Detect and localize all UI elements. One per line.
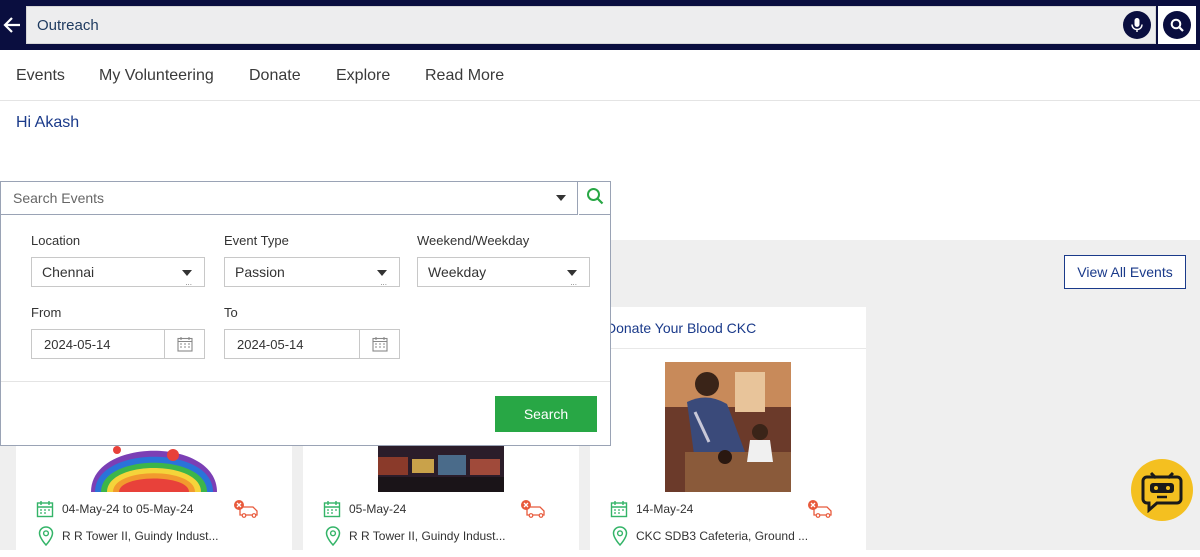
- more-dots-icon: ...: [570, 278, 577, 287]
- nav-item-explore[interactable]: Explore: [336, 67, 390, 85]
- search-events-input[interactable]: Search Events: [1, 182, 578, 215]
- calendar-icon: [323, 500, 341, 523]
- event-location: CKC SDB3 Cafeteria, Ground ...: [636, 529, 809, 543]
- from-label: From: [31, 305, 62, 320]
- calendar-icon: [610, 500, 628, 523]
- no-transport-icon: [232, 499, 262, 524]
- event-title[interactable]: Donate Your Blood CKC: [606, 320, 756, 336]
- location-select[interactable]: Chennai ...: [31, 257, 205, 287]
- to-label: To: [224, 305, 238, 320]
- from-date-input[interactable]: 2024-05-14: [31, 329, 205, 359]
- card-divider: [590, 348, 866, 349]
- weekend-weekday-label: Weekend/Weekday: [417, 233, 530, 248]
- event-type-value: Passion: [235, 264, 285, 280]
- search-events-panel: Search Events Location Chennai ... Event…: [0, 181, 611, 446]
- weekend-weekday-value: Weekday: [428, 264, 487, 280]
- nav-item-events[interactable]: Events: [16, 67, 65, 85]
- chatbot-icon[interactable]: [1131, 459, 1193, 521]
- no-transport-icon: [806, 499, 836, 524]
- chevron-down-icon: [182, 270, 192, 276]
- view-all-events-button[interactable]: View All Events: [1064, 255, 1186, 289]
- global-search-value: Outreach: [37, 17, 99, 34]
- more-dots-icon: ...: [380, 278, 387, 287]
- chevron-down-icon: [567, 270, 577, 276]
- more-dots-icon: ...: [185, 278, 192, 287]
- nav-item-read-more[interactable]: Read More: [425, 67, 504, 85]
- search-events-placeholder: Search Events: [13, 190, 105, 206]
- main-nav: Events My Volunteering Donate Explore Re…: [0, 50, 1200, 101]
- global-search-input[interactable]: Outreach: [26, 6, 1156, 44]
- event-date: 05-May-24: [349, 502, 407, 516]
- event-card[interactable]: Donate Your Blood CKC 14-May-24 CKC SDB3…: [590, 307, 866, 557]
- weekend-weekday-select[interactable]: Weekday ...: [417, 257, 590, 287]
- nav-item-donate[interactable]: Donate: [249, 67, 301, 85]
- chevron-down-icon[interactable]: [556, 195, 566, 201]
- event-image: [665, 362, 791, 492]
- search-events-button[interactable]: [579, 182, 611, 215]
- from-date-value: 2024-05-14: [44, 337, 111, 352]
- greeting-text: Hi Akash: [16, 114, 80, 131]
- calendar-icon: [36, 500, 54, 523]
- to-date-input[interactable]: 2024-05-14: [224, 329, 400, 359]
- event-date: 14-May-24: [636, 502, 694, 516]
- location-pin-icon: [38, 526, 54, 551]
- event-location: R R Tower II, Guindy Indust...: [62, 529, 219, 543]
- panel-divider: [1, 381, 610, 382]
- microphone-icon[interactable]: [1123, 11, 1151, 39]
- search-icon: [586, 187, 604, 210]
- event-type-label: Event Type: [224, 233, 289, 248]
- search-button[interactable]: Search: [495, 396, 597, 432]
- to-date-value: 2024-05-14: [237, 337, 304, 352]
- search-icon: [1163, 11, 1191, 39]
- back-arrow-icon[interactable]: [0, 8, 24, 42]
- event-type-select[interactable]: Passion ...: [224, 257, 400, 287]
- location-label: Location: [31, 233, 81, 248]
- calendar-icon[interactable]: [164, 330, 204, 358]
- location-pin-icon: [612, 526, 628, 551]
- no-transport-icon: [519, 499, 549, 524]
- top-bar: Outreach: [0, 0, 1200, 50]
- calendar-icon[interactable]: [359, 330, 399, 358]
- chevron-down-icon: [377, 270, 387, 276]
- event-location: R R Tower II, Guindy Indust...: [349, 529, 506, 543]
- nav-item-my-volunteering[interactable]: My Volunteering: [99, 67, 214, 85]
- global-search-button[interactable]: [1158, 6, 1196, 44]
- location-pin-icon: [325, 526, 341, 551]
- location-value: Chennai: [42, 264, 95, 280]
- event-date: 04-May-24 to 05-May-24: [62, 502, 194, 516]
